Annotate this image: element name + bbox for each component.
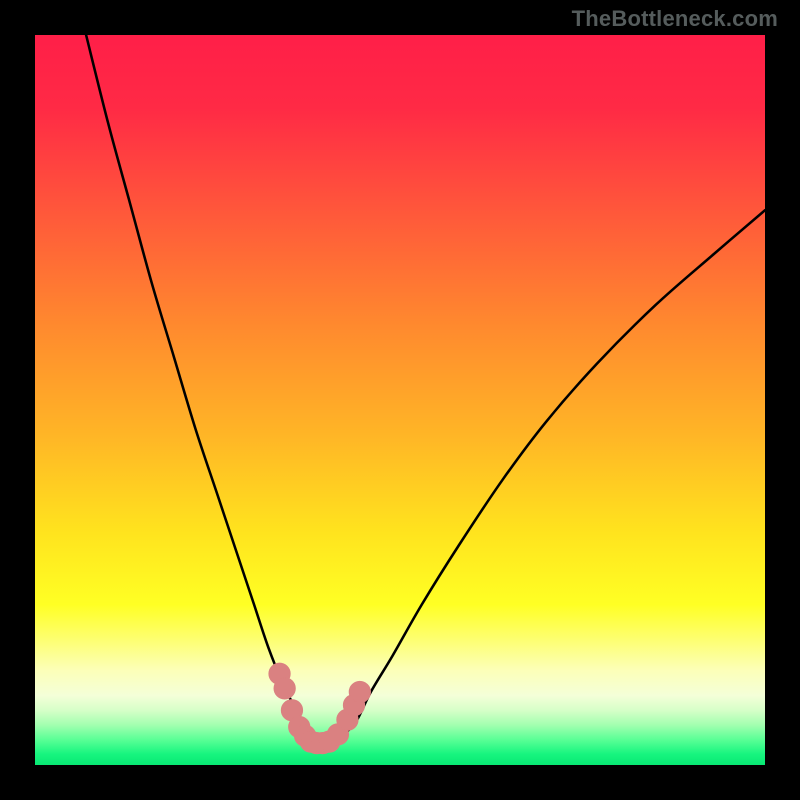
watermark-text: TheBottleneck.com — [572, 6, 778, 32]
bottleneck-curve — [86, 35, 765, 744]
chart-svg — [35, 35, 765, 765]
highlight-dot — [349, 681, 370, 702]
plot-area — [35, 35, 765, 765]
highlight-dots — [269, 663, 370, 754]
chart-frame: TheBottleneck.com — [0, 0, 800, 800]
highlight-dot — [274, 678, 295, 699]
